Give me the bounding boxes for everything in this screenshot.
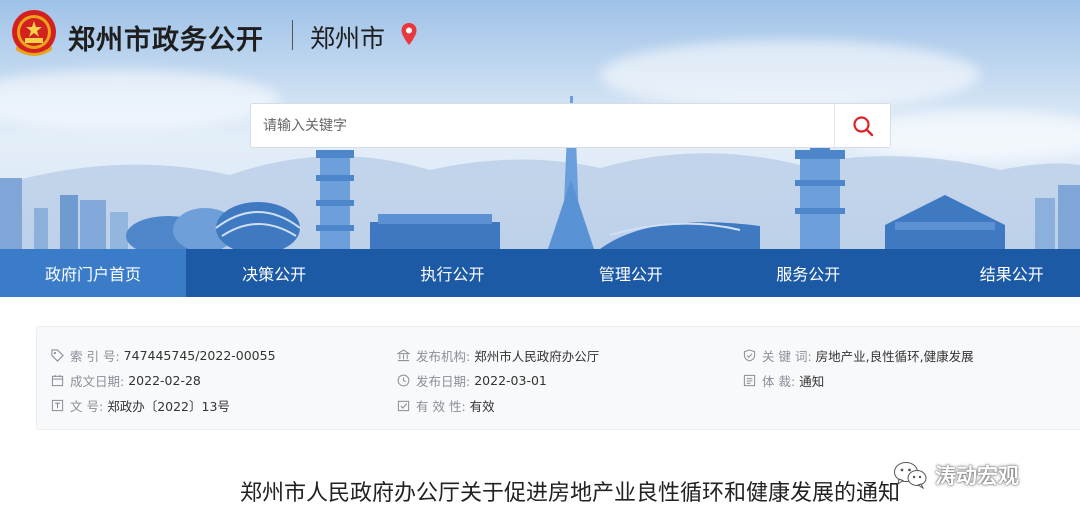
tag-icon: [51, 349, 64, 362]
wechat-icon: [894, 462, 927, 489]
building-icon: [397, 349, 410, 362]
nav-item-execution[interactable]: 执行公开: [362, 249, 542, 297]
clock-icon: [397, 374, 410, 387]
meta-issuer: 发布机构: 郑州市人民政府办公厅: [397, 346, 599, 365]
header-banner: 郑州市政务公开 郑州市: [0, 0, 1080, 249]
meta-keywords: 关 键 词: 房地产业,良性循环,健康发展: [743, 346, 974, 365]
search-input[interactable]: [251, 104, 835, 147]
text-doc-icon: [51, 399, 64, 412]
search-icon: [852, 115, 873, 136]
nav-item-result[interactable]: 结果公开: [897, 249, 1080, 297]
calendar-icon: [51, 374, 64, 387]
national-emblem-logo: [12, 10, 56, 56]
watermark-text: 涛动宏观: [935, 464, 1019, 488]
site-title[interactable]: 郑州市政务公开: [68, 18, 264, 57]
nav-item-portal-home[interactable]: 政府门户首页: [0, 249, 186, 297]
list-icon: [743, 374, 756, 387]
search-box: [250, 103, 891, 148]
nav-item-decision[interactable]: 决策公开: [186, 249, 362, 297]
meta-validity: 有 效 性: 有效: [397, 396, 495, 415]
meta-publish-date: 发布日期: 2022-03-01: [397, 371, 547, 390]
page: 郑州市政务公开 郑州市 政府门户首页 决策公开 执行公开 管理公开 服务公开 结…: [0, 0, 1080, 523]
main-nav: 政府门户首页 决策公开 执行公开 管理公开 服务公开 结果公开: [0, 249, 1080, 297]
wechat-watermark: 涛动宏观: [893, 460, 1019, 490]
search-button[interactable]: [834, 104, 890, 147]
city-selector[interactable]: 郑州市: [310, 19, 385, 55]
check-box-icon: [397, 400, 410, 412]
nav-item-service[interactable]: 服务公开: [719, 249, 897, 297]
meta-genre: 体 裁: 通知: [743, 371, 824, 390]
title-divider: [292, 20, 293, 50]
meta-written-date: 成文日期: 2022-02-28: [51, 371, 201, 390]
shield-check-icon: [743, 349, 756, 362]
location-pin-icon[interactable]: [400, 22, 418, 46]
document-meta-panel: 索 引 号: 747445745/2022-00055 发布机构: 郑州市人民政…: [36, 326, 1080, 430]
meta-doc-no: 文 号: 郑政办〔2022〕13号: [51, 396, 230, 415]
nav-item-management[interactable]: 管理公开: [543, 249, 719, 297]
meta-index-no: 索 引 号: 747445745/2022-00055: [51, 346, 276, 365]
